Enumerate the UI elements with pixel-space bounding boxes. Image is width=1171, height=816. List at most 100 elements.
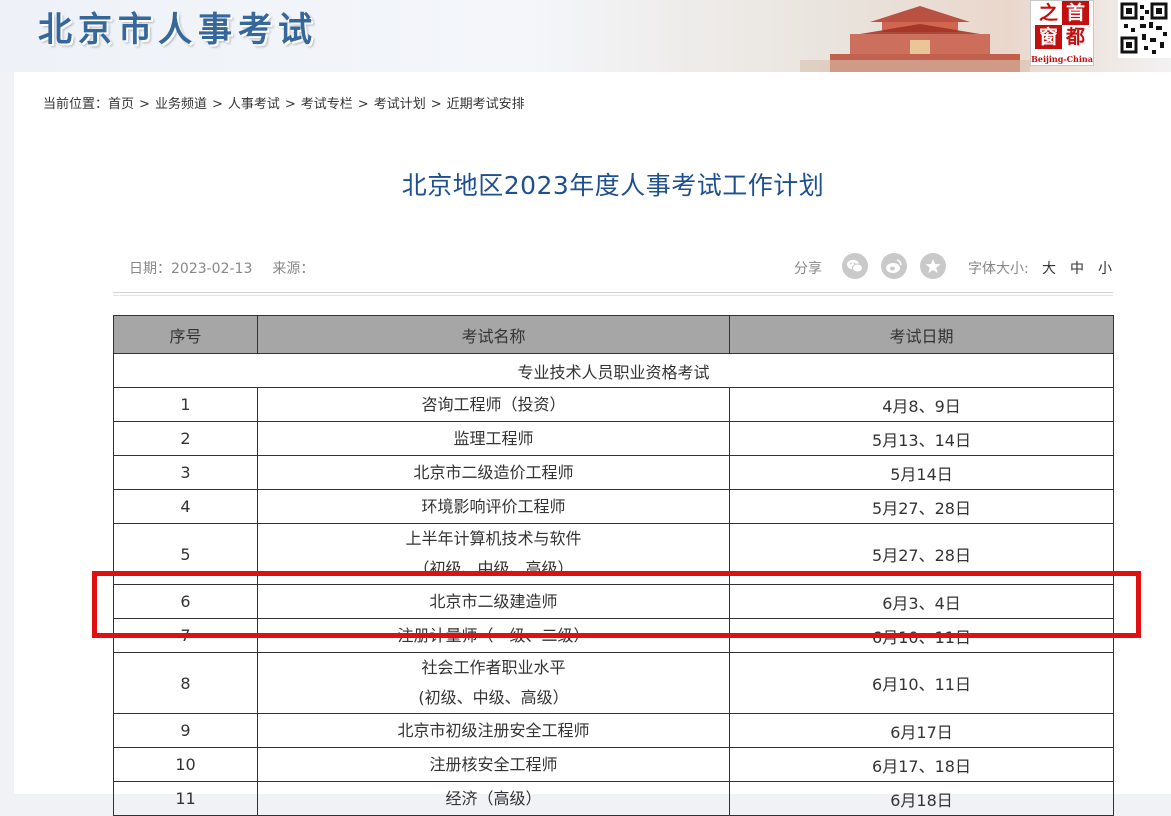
breadcrumb-separator: > bbox=[211, 97, 223, 112]
table-row: 4 环境影响评价工程师 5月27、28日 bbox=[113, 489, 1114, 524]
exam-name-line: (初级、中级、高级） bbox=[418, 688, 569, 707]
exam-name-line: 经济（高级） bbox=[445, 788, 542, 808]
font-size-label: 字体大小: bbox=[968, 261, 1029, 277]
header-banner: 北京市人事考试 之 首 窗 都 Beijing-China bbox=[0, 0, 1171, 72]
exam-date: 5月27、28日 bbox=[729, 489, 1114, 524]
exam-name-line: 环境影响评价工程师 bbox=[421, 496, 566, 516]
table-header-row: 序号 考试名称 考试日期 bbox=[113, 315, 1114, 354]
table-row: 2 监理工程师 5月13、14日 bbox=[113, 421, 1114, 456]
table-row: 1 咨询工程师（投资） 4月8、9日 bbox=[113, 387, 1114, 422]
exam-name-line: 北京市初级注册安全工程师 bbox=[397, 720, 590, 740]
row-number: 11 bbox=[113, 781, 258, 816]
exam-name: 北京市初级注册安全工程师 bbox=[257, 713, 730, 748]
exam-date: 4月8、9日 bbox=[729, 387, 1114, 422]
exam-name-line: 北京市二级建造师 bbox=[429, 591, 558, 611]
header-no: 序号 bbox=[113, 315, 258, 354]
section-title: 专业技术人员职业资格考试 bbox=[113, 353, 1114, 388]
exam-date: 6月3、4日 bbox=[729, 584, 1114, 619]
row-number: 7 bbox=[113, 618, 258, 653]
exam-date: 6月10、11日 bbox=[729, 652, 1114, 714]
seal-char-2: 首 bbox=[1062, 1, 1089, 25]
breadcrumb-business[interactable]: 业务频道 bbox=[155, 97, 207, 112]
breadcrumb-prefix: 当前位置： bbox=[43, 97, 109, 112]
tiananmen-illustration bbox=[800, 6, 1030, 72]
row-number: 3 bbox=[113, 455, 258, 490]
exam-name: 社会工作者职业水平 (初级、中级、高级） bbox=[257, 652, 730, 714]
table-row: 10 注册核安全工程师 6月17、18日 bbox=[113, 747, 1114, 782]
site-title: 北京市人事考试 bbox=[38, 10, 318, 50]
exam-name-line: 注册计量师（一级、二级） bbox=[397, 625, 590, 645]
exam-date: 5月27、28日 bbox=[729, 523, 1114, 585]
breadcrumb-personnel-exam[interactable]: 人事考试 bbox=[228, 97, 280, 112]
row-number: 9 bbox=[113, 713, 258, 748]
exam-name-line: （初级、中级、高级） bbox=[413, 559, 574, 578]
divider bbox=[113, 295, 1113, 296]
table-row: 9 北京市初级注册安全工程师 6月17日 bbox=[113, 713, 1114, 748]
row-number: 6 bbox=[113, 584, 258, 619]
exam-date: 6月18日 bbox=[729, 781, 1114, 816]
breadcrumb-exam-column[interactable]: 考试专栏 bbox=[301, 97, 353, 112]
seal-char-3: 窗 bbox=[1035, 25, 1062, 49]
exam-name: 上半年计算机技术与软件 （初级、中级、高级） bbox=[257, 523, 730, 585]
exam-date: 6月17、18日 bbox=[729, 747, 1114, 782]
breadcrumb: 当前位置：首页 > 业务频道 > 人事考试 > 考试专栏 > 考试计划 > 近期考试安排 bbox=[43, 93, 525, 112]
exam-name: 北京市二级造价工程师 bbox=[257, 455, 730, 490]
divider bbox=[113, 292, 1113, 293]
breadcrumb-home[interactable]: 首页 bbox=[108, 97, 134, 112]
qr-code-icon bbox=[1118, 0, 1171, 58]
exam-schedule-table: 序号 考试名称 考试日期 专业技术人员职业资格考试 1 咨询工程师（投资） 4月8、… bbox=[113, 315, 1114, 816]
exam-name-line: 上半年计算机技术与软件 bbox=[405, 529, 582, 548]
row-number: 10 bbox=[113, 747, 258, 782]
table-row: 5 上半年计算机技术与软件 （初级、中级、高级） 5月27、28日 bbox=[113, 523, 1114, 585]
header-exam-date: 考试日期 bbox=[729, 315, 1114, 354]
table-row: 3 北京市二级造价工程师 5月14日 bbox=[113, 455, 1114, 490]
exam-date: 5月13、14日 bbox=[729, 421, 1114, 456]
table-row: 6 北京市二级建造师 6月3、4日 bbox=[113, 584, 1114, 619]
row-number: 8 bbox=[113, 652, 258, 714]
font-size-large[interactable]: 大 bbox=[1042, 258, 1056, 278]
seal-char-1: 之 bbox=[1038, 2, 1058, 24]
breadcrumb-recent-schedule[interactable]: 近期考试安排 bbox=[447, 97, 525, 112]
exam-name: 监理工程师 bbox=[257, 421, 730, 456]
breadcrumb-exam-plan[interactable]: 考试计划 bbox=[374, 97, 426, 112]
breadcrumb-separator: > bbox=[357, 97, 369, 112]
breadcrumb-separator: > bbox=[139, 97, 150, 112]
table-row: 11 经济（高级） 6月18日 bbox=[113, 781, 1114, 816]
article-meta: 日期：2023-02-13 来源： bbox=[129, 258, 314, 278]
exam-name-line: 注册核安全工程师 bbox=[429, 754, 558, 774]
seal-subtitle: Beijing-China bbox=[1031, 54, 1093, 64]
exam-name-line: 社会工作者职业水平 bbox=[421, 658, 566, 677]
source-label: 来源： bbox=[272, 261, 315, 277]
table-row: 8 社会工作者职业水平 (初级、中级、高级） 6月10、11日 bbox=[113, 652, 1114, 714]
exam-date: 6月17日 bbox=[729, 713, 1114, 748]
row-number: 1 bbox=[113, 387, 258, 422]
seal-char-4: 都 bbox=[1065, 26, 1085, 48]
exam-name-line: 监理工程师 bbox=[453, 428, 534, 448]
capital-window-logo[interactable]: 之 首 窗 都 Beijing-China bbox=[1030, 0, 1094, 66]
font-size-medium[interactable]: 中 bbox=[1070, 258, 1084, 278]
weibo-icon[interactable] bbox=[881, 253, 907, 279]
exam-name: 环境影响评价工程师 bbox=[257, 489, 730, 524]
breadcrumb-separator: > bbox=[430, 97, 442, 112]
section-row: 专业技术人员职业资格考试 bbox=[113, 353, 1114, 388]
row-number: 5 bbox=[113, 523, 258, 585]
publish-date: 日期：2023-02-13 bbox=[129, 261, 253, 277]
row-number: 4 bbox=[113, 489, 258, 524]
share-label: 分享 bbox=[794, 261, 822, 277]
article-title: 北京地区2023年度人事考试工作计划 bbox=[401, 171, 825, 200]
row-number: 2 bbox=[113, 421, 258, 456]
font-size-small[interactable]: 小 bbox=[1098, 258, 1112, 278]
exam-name: 北京市二级建造师 bbox=[257, 584, 730, 619]
exam-date: 5月14日 bbox=[729, 455, 1114, 490]
exam-name: 注册核安全工程师 bbox=[257, 747, 730, 782]
table-row: 7 注册计量师（一级、二级） 6月10、11日 bbox=[113, 618, 1114, 653]
exam-name: 经济（高级） bbox=[257, 781, 730, 816]
breadcrumb-separator: > bbox=[284, 97, 296, 112]
exam-name: 咨询工程师（投资） bbox=[257, 387, 730, 422]
wechat-icon[interactable] bbox=[842, 253, 868, 279]
favorite-star-icon[interactable] bbox=[920, 253, 946, 279]
exam-name-line: 北京市二级造价工程师 bbox=[413, 462, 574, 482]
exam-name-line: 咨询工程师（投资） bbox=[421, 394, 566, 414]
exam-name: 注册计量师（一级、二级） bbox=[257, 618, 730, 653]
exam-date: 6月10、11日 bbox=[729, 618, 1114, 653]
